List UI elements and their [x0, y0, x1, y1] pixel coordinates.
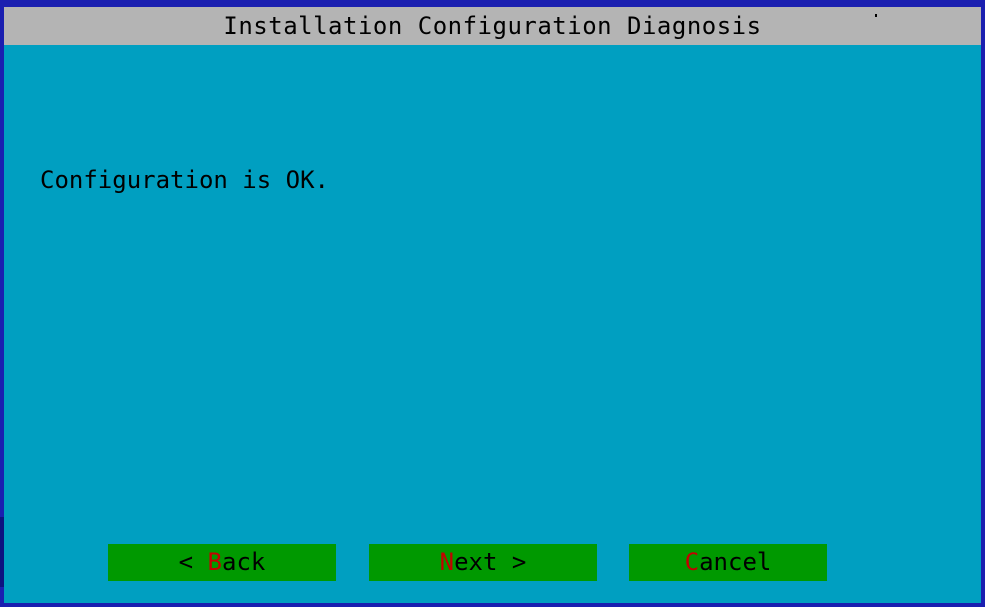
back-button[interactable]: < Back: [108, 544, 336, 581]
cancel-button[interactable]: Cancel: [629, 544, 827, 581]
left-edge-marker: [0, 517, 4, 587]
status-message: Configuration is OK.: [40, 166, 329, 194]
back-button-hotkey: B: [207, 548, 222, 576]
next-button-hotkey: N: [439, 548, 455, 576]
dialog-title: Installation Configuration Diagnosis: [223, 12, 762, 40]
cancel-button-hotkey: C: [684, 548, 700, 576]
back-button-prefix: <: [178, 548, 208, 576]
title-bar-dot: [875, 14, 877, 17]
back-button-label: ack: [222, 548, 266, 576]
title-bar: Installation Configuration Diagnosis: [4, 7, 981, 45]
installer-dialog: Installation Configuration Diagnosis Con…: [0, 0, 985, 607]
next-button[interactable]: Next >: [369, 544, 597, 581]
cancel-button-label: ancel: [699, 548, 772, 576]
next-button-label: ext >: [454, 548, 527, 576]
